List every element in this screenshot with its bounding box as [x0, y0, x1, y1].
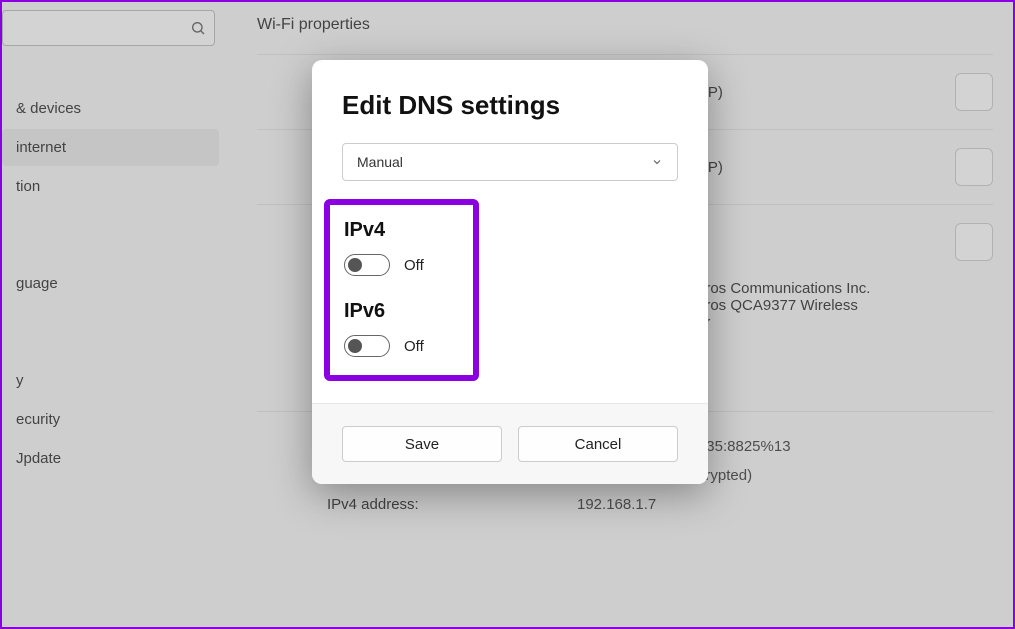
ipv4-toggle[interactable]: [344, 254, 390, 276]
sidebar-item-update[interactable]: Jpdate: [2, 440, 219, 477]
ipv4-label: IPv4: [344, 219, 459, 242]
copy-button[interactable]: [955, 223, 993, 261]
sidebar-item-security[interactable]: ecurity: [2, 401, 219, 438]
edit-dns-dialog: Edit DNS settings Manual IPv4 Off IPv6 O…: [312, 60, 708, 484]
edit-ip-button[interactable]: [955, 73, 993, 111]
edit-dns-button[interactable]: [955, 148, 993, 186]
page-title: Wi-Fi properties: [257, 16, 993, 34]
ipv6-label: IPv6: [344, 300, 459, 323]
ipv4-state: Off: [404, 257, 424, 274]
save-button[interactable]: Save: [342, 426, 502, 462]
settings-sidebar: & devices internet tion guage y ecurity …: [2, 2, 227, 627]
sidebar-item-personalization[interactable]: tion: [2, 168, 219, 205]
detail-row: IPv4 address: 192.168.1.7: [257, 490, 993, 519]
search-input[interactable]: [2, 10, 215, 46]
ipv6-section: IPv6 Off: [344, 300, 459, 357]
sidebar-item-language[interactable]: guage: [2, 265, 219, 302]
detail-label: IPv4 address:: [327, 496, 577, 513]
ipv6-toggle[interactable]: [344, 335, 390, 357]
adapter-manufacturer: eros Communications Inc.: [697, 280, 870, 297]
dns-mode-value: Manual: [357, 154, 403, 170]
chevron-down-icon: [651, 156, 663, 168]
ipv4-section: IPv4 Off: [344, 219, 459, 276]
dns-mode-select[interactable]: Manual: [342, 143, 678, 181]
sidebar-item-internet[interactable]: internet: [2, 129, 219, 166]
dialog-footer: Save Cancel: [312, 403, 708, 484]
cancel-button[interactable]: Cancel: [518, 426, 678, 462]
highlight-annotation: IPv4 Off IPv6 Off: [324, 199, 479, 381]
adapter-line1: ): [697, 223, 870, 240]
adapter-model1: eros QCA9377 Wireless: [697, 297, 870, 314]
sidebar-item-devices[interactable]: & devices: [2, 90, 219, 127]
adapter-model2: er: [697, 314, 870, 331]
sidebar-item-accessibility[interactable]: y: [2, 362, 219, 399]
ipv6-state: Off: [404, 338, 424, 355]
search-icon: [190, 20, 206, 36]
dialog-title: Edit DNS settings: [342, 90, 678, 121]
detail-value: 192.168.1.7: [577, 496, 656, 513]
